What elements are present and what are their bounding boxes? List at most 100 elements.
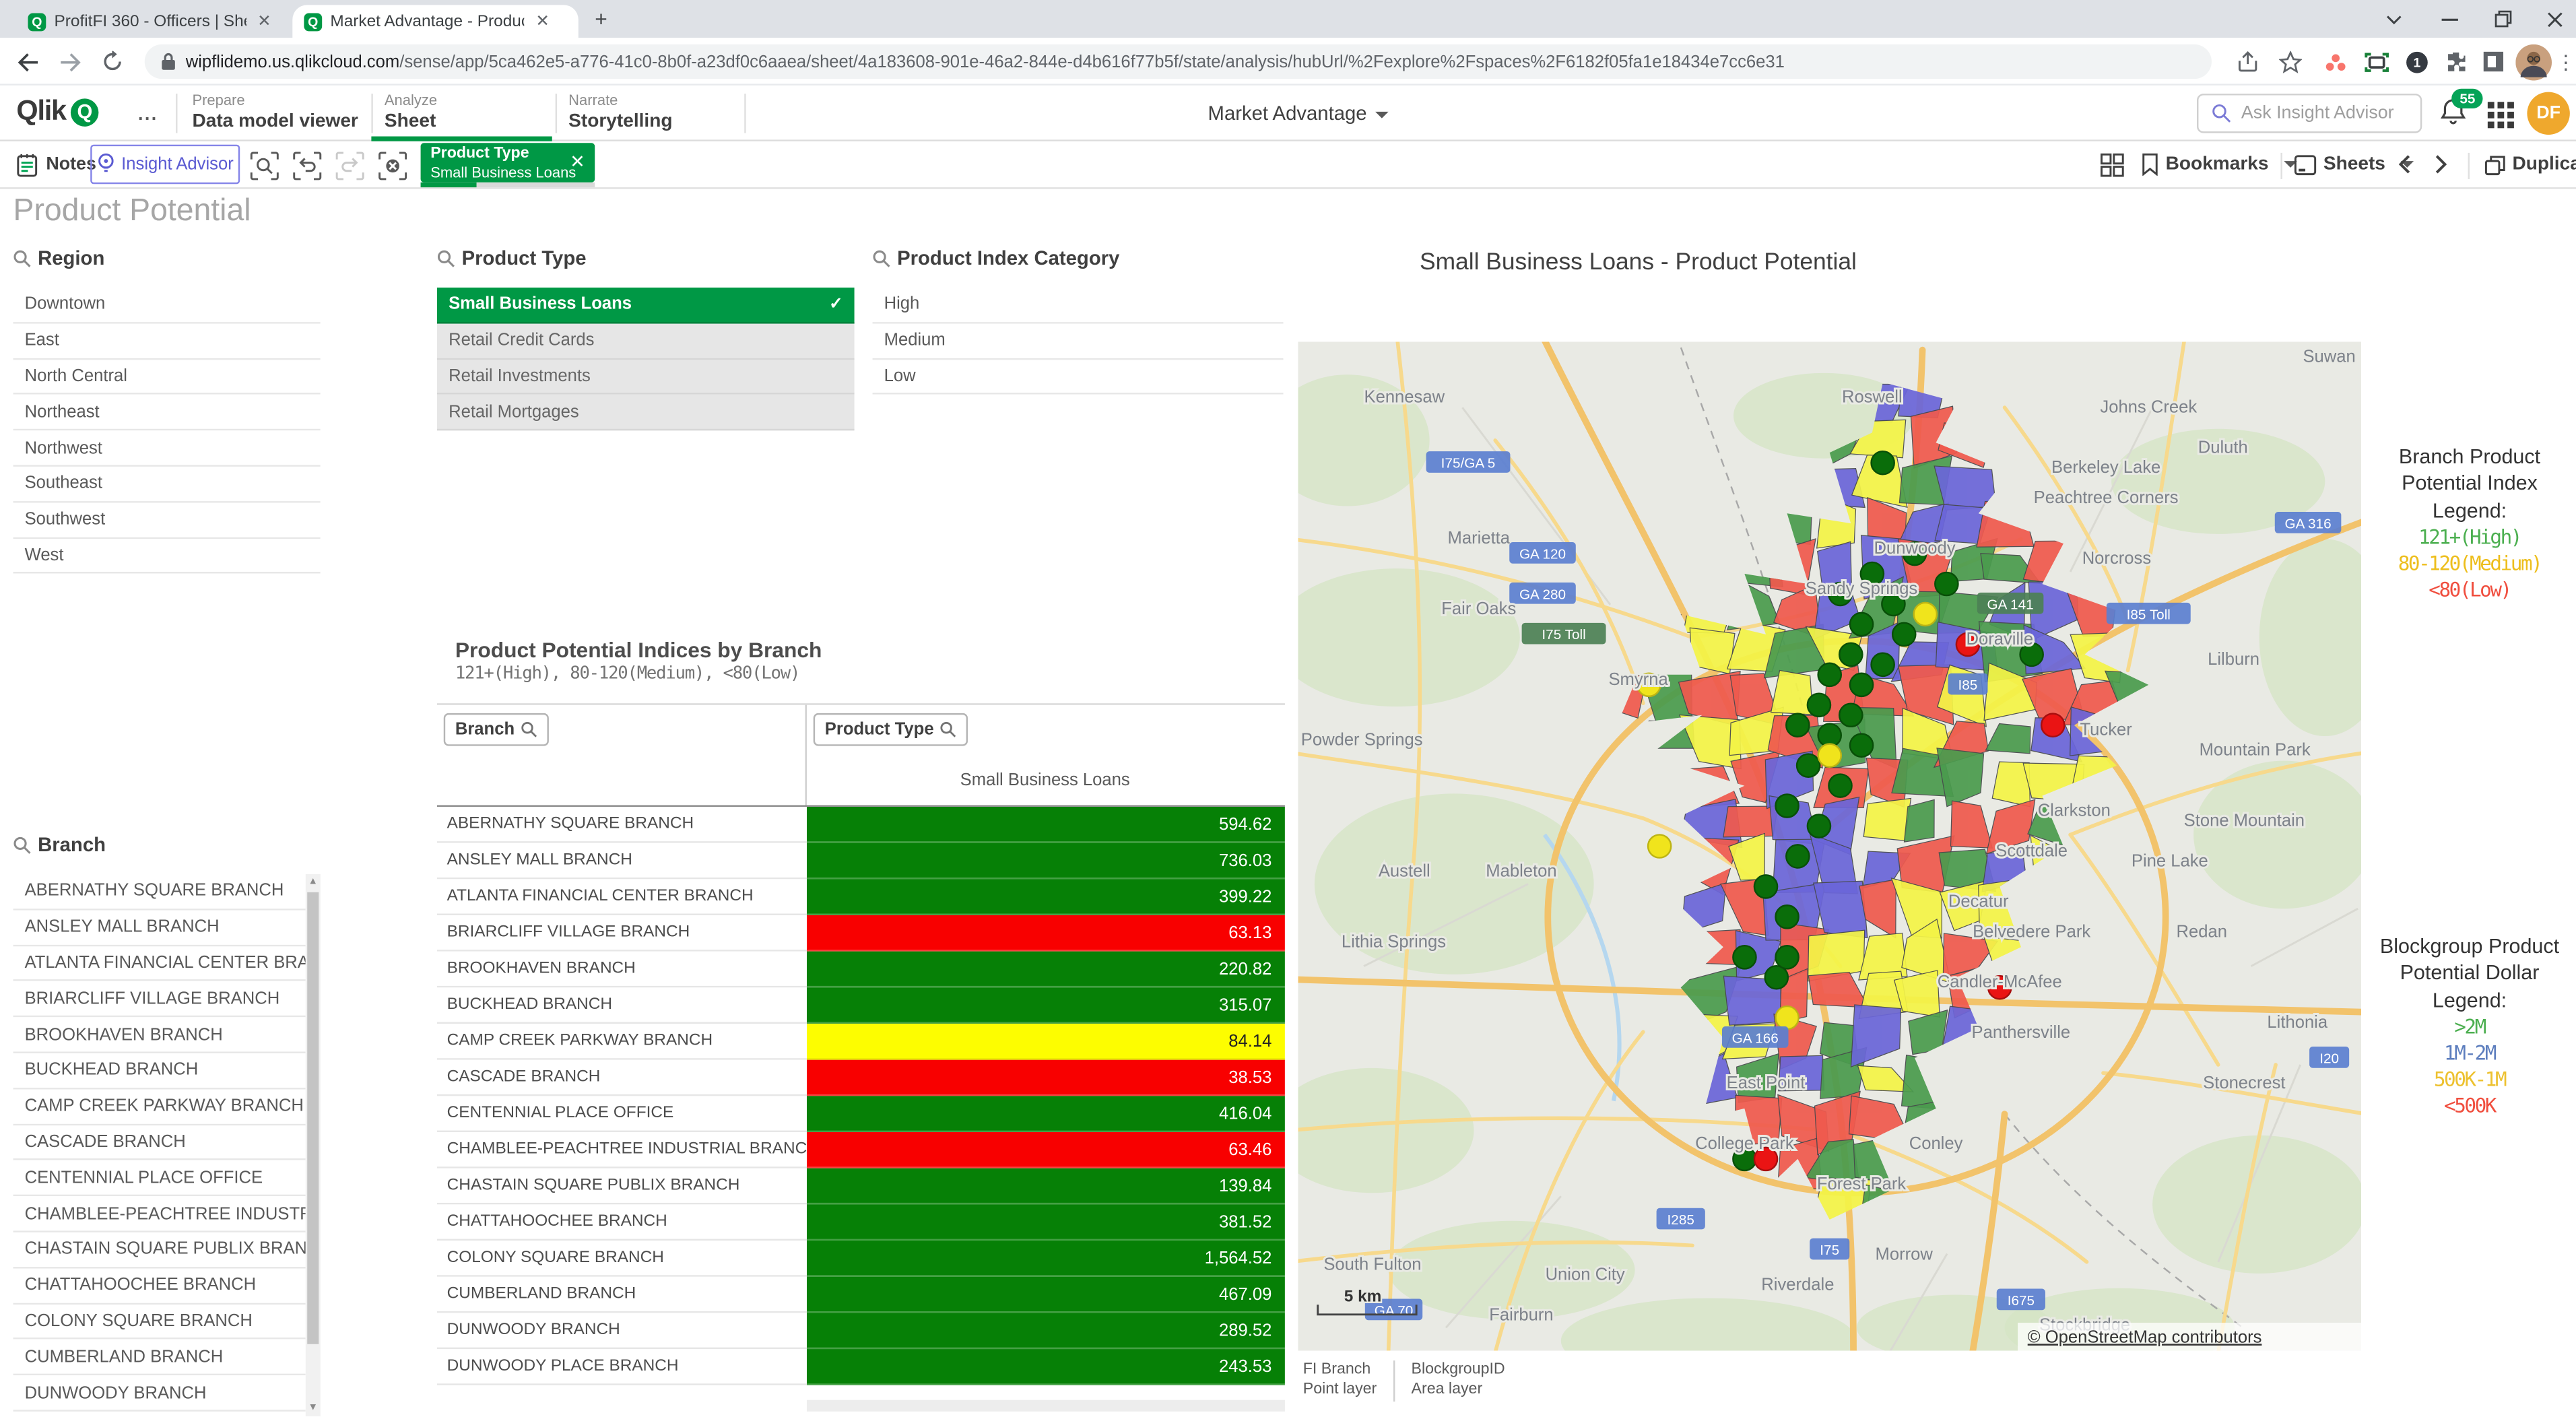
branch-item[interactable]: ANSLEY MALL BRANCH xyxy=(13,910,306,946)
table-col-branch[interactable]: Branch xyxy=(444,713,550,746)
table-row-value[interactable]: 399.22 xyxy=(807,879,1285,915)
table-row-value[interactable]: 736.03 xyxy=(807,843,1285,880)
sheet-overview-button[interactable] xyxy=(2100,141,2125,187)
table-row-value[interactable]: 1,564.52 xyxy=(807,1241,1285,1277)
branch-item[interactable]: BROOKHAVEN BRANCH xyxy=(13,1018,306,1053)
table-horizontal-scrollbar[interactable] xyxy=(807,1400,1285,1412)
branch-item[interactable]: CHAMBLEE-PEACHTREE INDUSTRIAL ... xyxy=(13,1197,306,1232)
table-col-product-type[interactable]: Product Type xyxy=(814,713,968,746)
notes-button[interactable]: Notes xyxy=(16,141,96,187)
new-tab-button[interactable]: + xyxy=(595,8,607,30)
qlik-logo[interactable]: Qlik Q xyxy=(16,96,98,129)
tab-close-icon[interactable]: ✕ xyxy=(535,12,549,30)
nav-analyze[interactable]: Analyze Sheet xyxy=(371,86,552,141)
region-item[interactable]: Northeast xyxy=(13,395,321,431)
product-type-item[interactable]: Retail Credit Cards xyxy=(437,323,855,359)
forward-icon[interactable] xyxy=(56,48,84,75)
table-row-branch[interactable]: DUNWOODY BRANCH xyxy=(437,1313,807,1349)
table-row-branch[interactable]: ATLANTA FINANCIAL CENTER BRANCH xyxy=(437,879,807,915)
browser-profile-avatar[interactable] xyxy=(2515,44,2552,81)
table-row-value[interactable]: 220.82 xyxy=(807,952,1285,988)
selection-chip-product-type[interactable]: Product Type Small Business Loans ✕ xyxy=(421,143,595,183)
product-type-item[interactable]: Retail Mortgages xyxy=(437,395,855,431)
extension-screenshot-icon[interactable] xyxy=(2363,48,2390,75)
previous-sheet-button[interactable] xyxy=(2398,141,2411,187)
table-row-value[interactable]: 467.09 xyxy=(807,1277,1285,1313)
tab-close-icon[interactable]: ✕ xyxy=(257,12,271,30)
table-row-value[interactable]: 416.04 xyxy=(807,1096,1285,1132)
browser-tab-inactive[interactable]: Q ProfitFI 360 - Officers | Sheet - Q ✕ xyxy=(16,5,282,38)
table-row-branch[interactable]: CASCADE BRANCH xyxy=(437,1060,807,1096)
branch-item[interactable]: CASCADE BRANCH xyxy=(13,1125,306,1160)
table-row-branch[interactable]: COLONY SQUARE BRANCH xyxy=(437,1241,807,1277)
table-row-value[interactable]: 38.53 xyxy=(807,1060,1285,1096)
undo-selection-button[interactable] xyxy=(289,148,323,183)
extension-badge-icon[interactable]: 1 xyxy=(2402,48,2430,75)
layer-caption-point[interactable]: FI BranchPoint layer xyxy=(1303,1360,1395,1401)
branch-item[interactable]: DUNWOODY BRANCH xyxy=(13,1375,306,1411)
scrollbar-thumb[interactable] xyxy=(307,892,319,1344)
layer-caption-area[interactable]: BlockgroupIDArea layer xyxy=(1412,1360,1522,1401)
table-row-branch[interactable]: BRIARCLIFF VILLAGE BRANCH xyxy=(437,915,807,952)
table-row-branch[interactable]: BUCKHEAD BRANCH xyxy=(437,987,807,1024)
reload-icon[interactable] xyxy=(98,48,126,75)
region-item[interactable]: East xyxy=(13,323,321,359)
region-item[interactable]: Downtown xyxy=(13,288,321,323)
product-index-item[interactable]: Low xyxy=(873,359,1284,395)
redo-selection-button-disabled[interactable] xyxy=(332,148,366,183)
table-row-branch[interactable]: CHATTAHOOCHEE BRANCH xyxy=(437,1204,807,1241)
product-index-item[interactable]: Medium xyxy=(873,323,1284,359)
table-row-value[interactable]: 139.84 xyxy=(807,1168,1285,1205)
table-row-value[interactable]: 315.07 xyxy=(807,987,1285,1024)
region-item[interactable]: North Central xyxy=(13,359,321,395)
browser-menu-kebab-icon[interactable]: ⋮ xyxy=(2552,48,2576,75)
clear-selections-button[interactable] xyxy=(374,148,409,183)
window-restore-icon[interactable] xyxy=(2481,0,2523,38)
extensions-puzzle-icon[interactable] xyxy=(2442,48,2470,75)
map-canvas[interactable]: KennesawRoswellJohns CreekSuwanDuluthI75… xyxy=(1298,341,2361,1350)
insight-advisor-search[interactable]: Ask Insight Advisor xyxy=(2197,94,2422,133)
share-icon[interactable] xyxy=(2235,48,2262,75)
branch-item[interactable]: BRIARCLIFF VILLAGE BRANCH xyxy=(13,982,306,1018)
url-bar[interactable]: wipflidemo.us.qlikcloud.com/sense/app/5c… xyxy=(145,44,2212,79)
clear-selection-icon[interactable]: ✕ xyxy=(570,151,585,172)
table-row-value[interactable]: 84.14 xyxy=(807,1024,1285,1060)
branch-item[interactable]: COLONY SQUARE BRANCH xyxy=(13,1304,306,1340)
back-icon[interactable] xyxy=(13,48,41,75)
extension-asana-icon[interactable] xyxy=(2321,48,2349,75)
filter-product-type-header[interactable]: Product Type xyxy=(437,246,587,269)
branch-item[interactable]: CHASTAIN SQUARE PUBLIX BRANCH xyxy=(13,1232,306,1268)
scroll-down-icon[interactable]: ▼ xyxy=(306,1400,321,1416)
table-row-value[interactable]: 63.13 xyxy=(807,915,1285,952)
table-row-branch[interactable]: ANSLEY MALL BRANCH xyxy=(437,843,807,880)
table-row-value[interactable]: 63.46 xyxy=(807,1132,1285,1168)
bookmarks-button[interactable]: Bookmarks xyxy=(2141,141,2297,187)
region-item[interactable]: Southwest xyxy=(13,502,321,538)
window-close-icon[interactable] xyxy=(2534,0,2576,38)
branch-item[interactable]: CAMP CREEK PARKWAY BRANCH xyxy=(13,1089,306,1125)
smart-search-button[interactable] xyxy=(246,148,281,183)
nav-narrate[interactable]: Narrate Storytelling xyxy=(568,86,744,141)
nav-prepare[interactable]: Prepare Data model viewer xyxy=(192,86,368,141)
notifications-bell-icon[interactable]: 55 xyxy=(2439,97,2472,130)
duplicate-button[interactable]: Duplicate xyxy=(2484,141,2576,187)
table-row-value[interactable]: 243.53 xyxy=(807,1349,1285,1385)
extension-square-icon[interactable] xyxy=(2480,48,2507,75)
app-launcher-grid-icon[interactable] xyxy=(2488,102,2514,128)
branch-item[interactable]: CUMBERLAND BRANCH xyxy=(13,1340,306,1375)
table-row-branch[interactable]: CENTENNIAL PLACE OFFICE xyxy=(437,1096,807,1132)
window-minimize-icon[interactable] xyxy=(2429,0,2471,38)
product-index-item[interactable]: High xyxy=(873,288,1284,323)
table-row-branch[interactable]: BROOKHAVEN BRANCH xyxy=(437,952,807,988)
table-row-branch[interactable]: CHAMBLEE-PEACHTREE INDUSTRIAL BRANCH xyxy=(437,1132,807,1168)
next-sheet-button[interactable] xyxy=(2435,141,2449,187)
bookmark-star-icon[interactable] xyxy=(2276,48,2303,75)
table-row-value[interactable]: 381.52 xyxy=(807,1204,1285,1241)
table-row-value[interactable]: 289.52 xyxy=(807,1313,1285,1349)
filter-branch-header[interactable]: Branch xyxy=(13,833,106,856)
sheets-button[interactable]: Sheets xyxy=(2294,141,2413,187)
region-item[interactable]: West xyxy=(13,538,321,574)
table-row-branch[interactable]: CAMP CREEK PARKWAY BRANCH xyxy=(437,1024,807,1060)
filter-product-index-header[interactable]: Product Index Category xyxy=(873,246,1120,269)
branch-item[interactable]: ABERNATHY SQUARE BRANCH xyxy=(13,874,306,910)
